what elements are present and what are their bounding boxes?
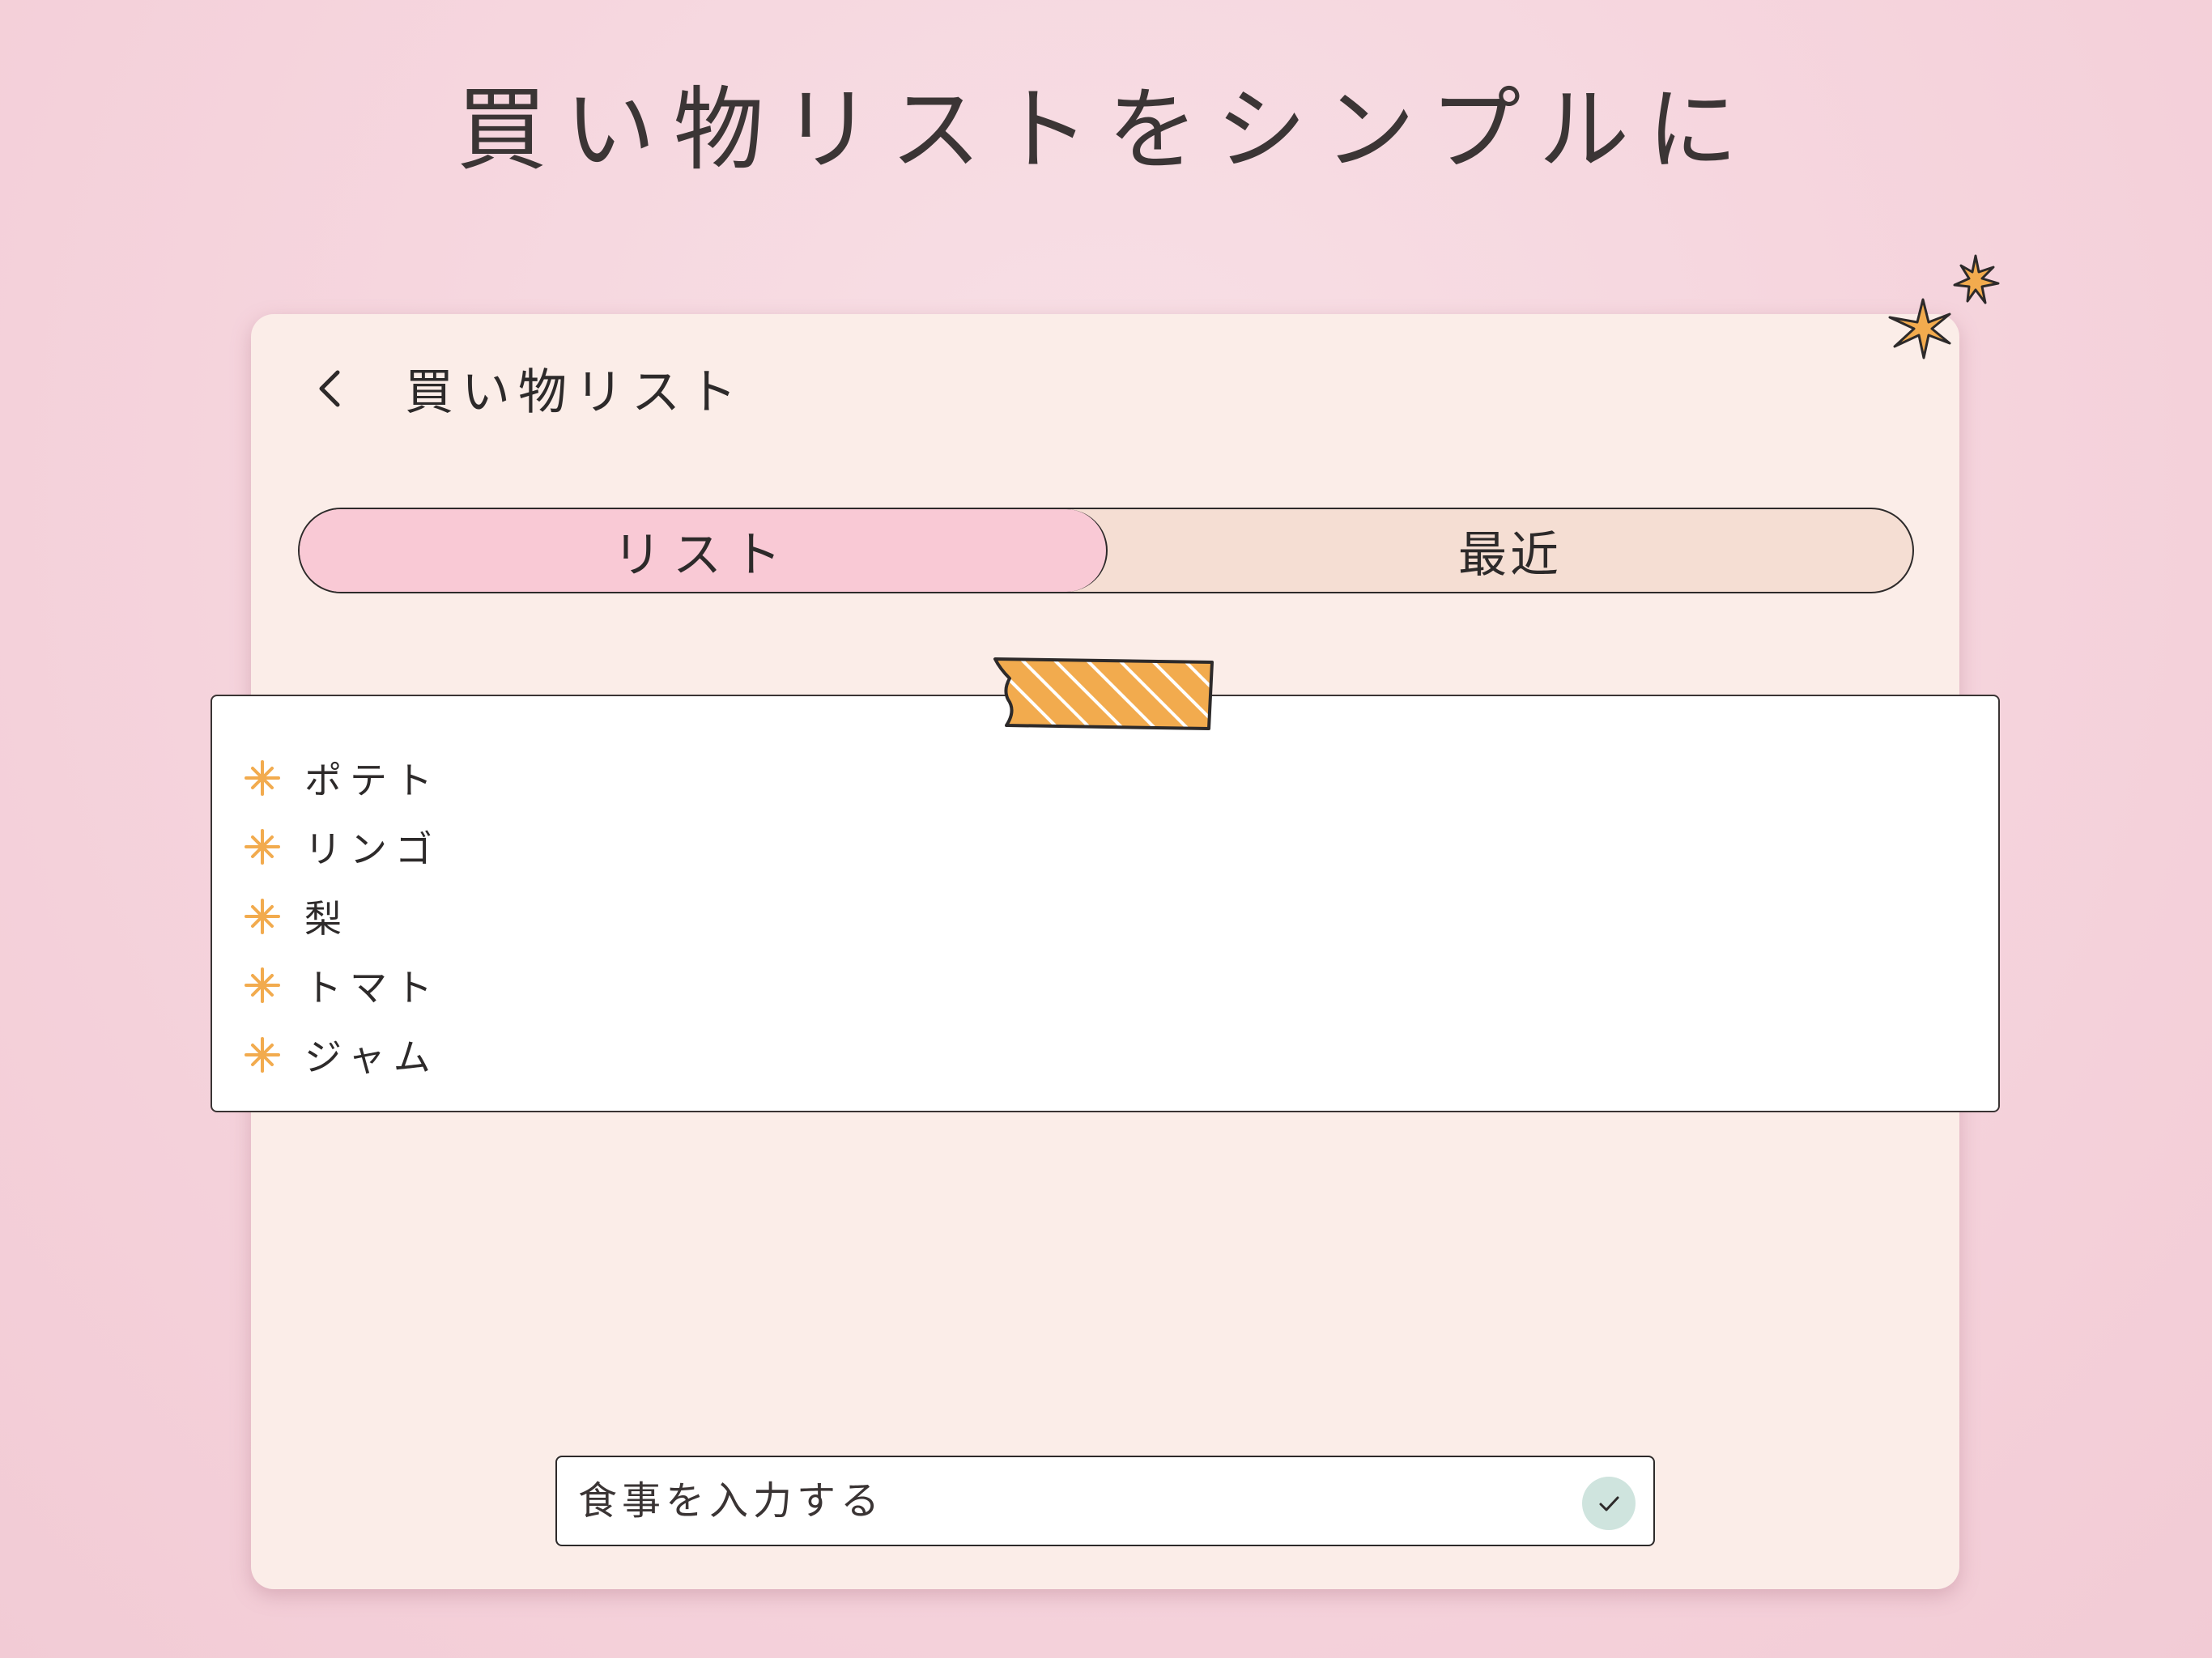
list-item-label: トマト [304, 966, 440, 1010]
submit-button[interactable] [1582, 1477, 1636, 1530]
list-item[interactable]: リンゴ [240, 813, 440, 882]
chevron-left-icon [319, 370, 340, 407]
tab-bar: リスト 最近 [298, 508, 1914, 593]
sparkle-icon [245, 759, 280, 796]
shopping-list-panel [211, 695, 2000, 1112]
sparkle-icon [245, 829, 280, 865]
tab-recent[interactable]: 最近 [1108, 509, 1912, 592]
tab-list[interactable]: リスト [300, 509, 1108, 592]
back-button[interactable] [301, 356, 358, 421]
food-input-container [555, 1456, 1655, 1546]
list-item-label: 梨 [304, 896, 350, 941]
tape-decoration-icon [993, 657, 1214, 730]
list-item-label: ポテト [304, 758, 440, 802]
food-input[interactable] [578, 1465, 1534, 1537]
sparkle-icon [245, 898, 280, 934]
list-item[interactable]: ポテト [240, 743, 440, 813]
sparkle-icon [245, 967, 280, 1004]
sparkle-decoration-icon [1888, 254, 2000, 359]
list-item[interactable]: トマト [240, 951, 440, 1021]
card-title: 買い物リスト [405, 364, 745, 421]
list-item-label: ジャム [304, 1035, 439, 1079]
list-item[interactable]: 梨 [240, 882, 440, 951]
shopping-list: ポテト リンゴ 梨 トマト ジャム [240, 743, 440, 1090]
page-headline: 買い物リストをシンプルに [456, 78, 1756, 183]
list-item-label: リンゴ [304, 827, 440, 872]
list-item[interactable]: ジャム [240, 1020, 440, 1090]
sparkle-icon [245, 1036, 280, 1073]
check-icon [1599, 1496, 1619, 1511]
